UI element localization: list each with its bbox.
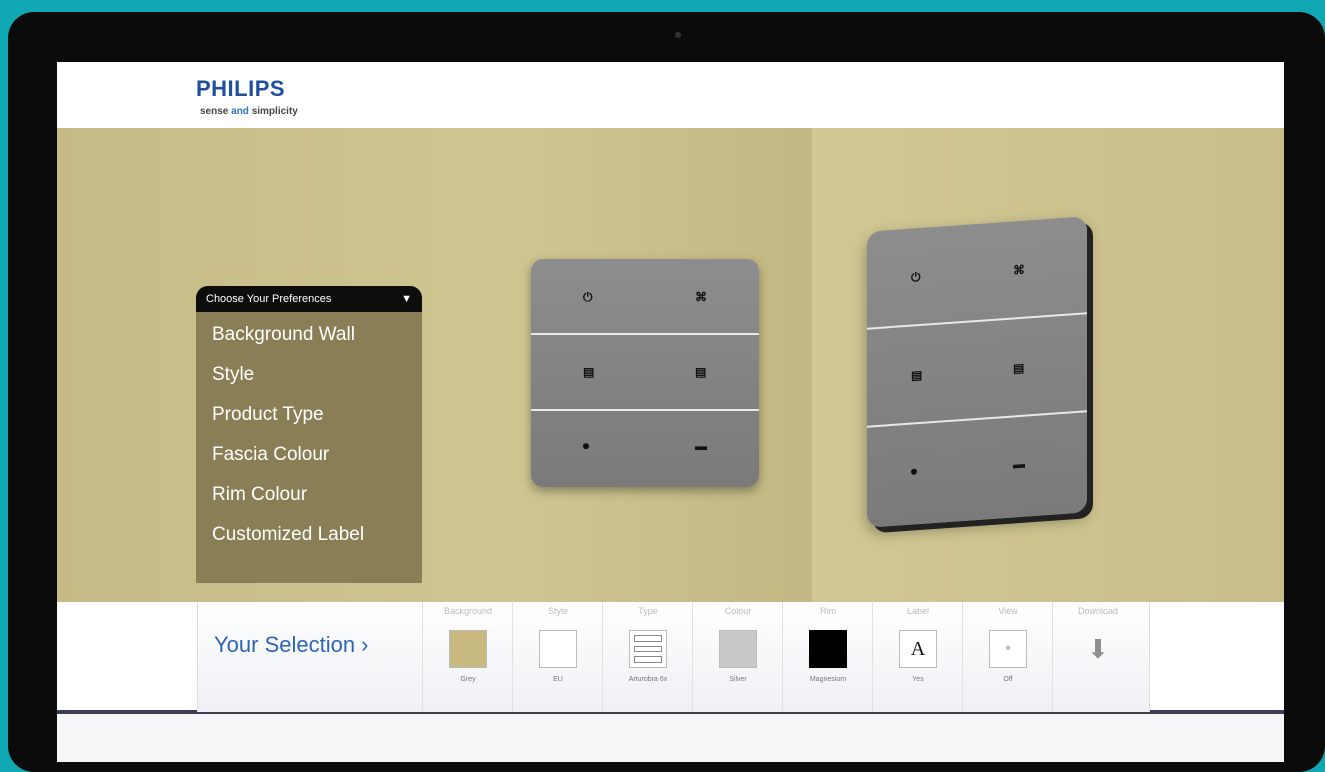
slot-view[interactable]: View • Off (962, 602, 1053, 712)
preferences-dropdown[interactable]: Choose Your Preferences ▼ (196, 286, 422, 312)
swatch-style (539, 630, 577, 668)
fan-icon[interactable]: ⌘ (695, 290, 707, 304)
label-a-icon: A (899, 630, 937, 668)
blind-icon[interactable]: ▤ (695, 365, 706, 379)
slot-colour[interactable]: Colour Silver (692, 602, 783, 712)
power-icon[interactable]: ⏻ (583, 290, 593, 305)
swatch-rim (809, 630, 847, 668)
fan-icon[interactable]: ⌘ (1013, 263, 1025, 278)
your-selection-title[interactable]: Your Selection › (214, 632, 369, 658)
pref-customized-label[interactable]: Customized Label (212, 524, 364, 546)
pref-style[interactable]: Style (212, 364, 254, 386)
dining-icon[interactable]: ⏺ (911, 464, 917, 479)
slot-style[interactable]: Style EU (512, 602, 603, 712)
swatch-background (449, 630, 487, 668)
swatch-type (629, 630, 667, 668)
pref-product-type[interactable]: Product Type (212, 404, 324, 426)
view-dot-icon: • (989, 630, 1027, 668)
switch-panel-angle[interactable]: ⏻ ⌘ ▤ ▤ ⏺ ▬ (867, 216, 1087, 528)
bed-icon[interactable]: ▬ (1013, 457, 1025, 472)
preferences-menu: Choose Your Preferences ▼ Background Wal… (196, 286, 422, 583)
camera-dot (675, 32, 681, 38)
pref-fascia-colour[interactable]: Fascia Colour (212, 444, 329, 466)
philips-logo[interactable]: PHILIPS (196, 76, 285, 102)
slot-background[interactable]: Background Grey (422, 602, 513, 712)
header: PHILIPS sense and simplicity (57, 62, 1284, 128)
dining-icon[interactable]: ⏺ (583, 439, 589, 454)
download-icon[interactable]: ⬇ (1079, 630, 1117, 668)
blind-icon[interactable]: ▤ (1013, 361, 1024, 376)
selection-bar: Your Selection › Background Grey Style E… (197, 602, 1150, 712)
slot-type[interactable]: Type Arturobra 6x (602, 602, 693, 712)
app-screen: PHILIPS sense and simplicity Choose Your… (57, 62, 1284, 762)
slot-download[interactable]: Download ⬇ (1052, 602, 1143, 712)
swatch-colour (719, 630, 757, 668)
switch-panel-front[interactable]: ⏻ ⌘ ▤ ▤ ⏺ ▬ (531, 259, 759, 487)
blind-icon[interactable]: ▤ (583, 365, 594, 379)
power-icon[interactable]: ⏻ (911, 270, 921, 286)
below-area (57, 714, 1284, 762)
chevron-down-icon[interactable]: ▼ (401, 286, 412, 312)
slot-rim[interactable]: Rim Magnesium (782, 602, 873, 712)
bed-icon[interactable]: ▬ (695, 439, 707, 453)
brand-tagline: sense and simplicity (200, 106, 298, 117)
pref-rim-colour[interactable]: Rim Colour (212, 484, 307, 506)
pref-background-wall[interactable]: Background Wall (212, 324, 355, 346)
blind-icon[interactable]: ▤ (911, 368, 922, 383)
slot-label[interactable]: Label A Yes (872, 602, 963, 712)
